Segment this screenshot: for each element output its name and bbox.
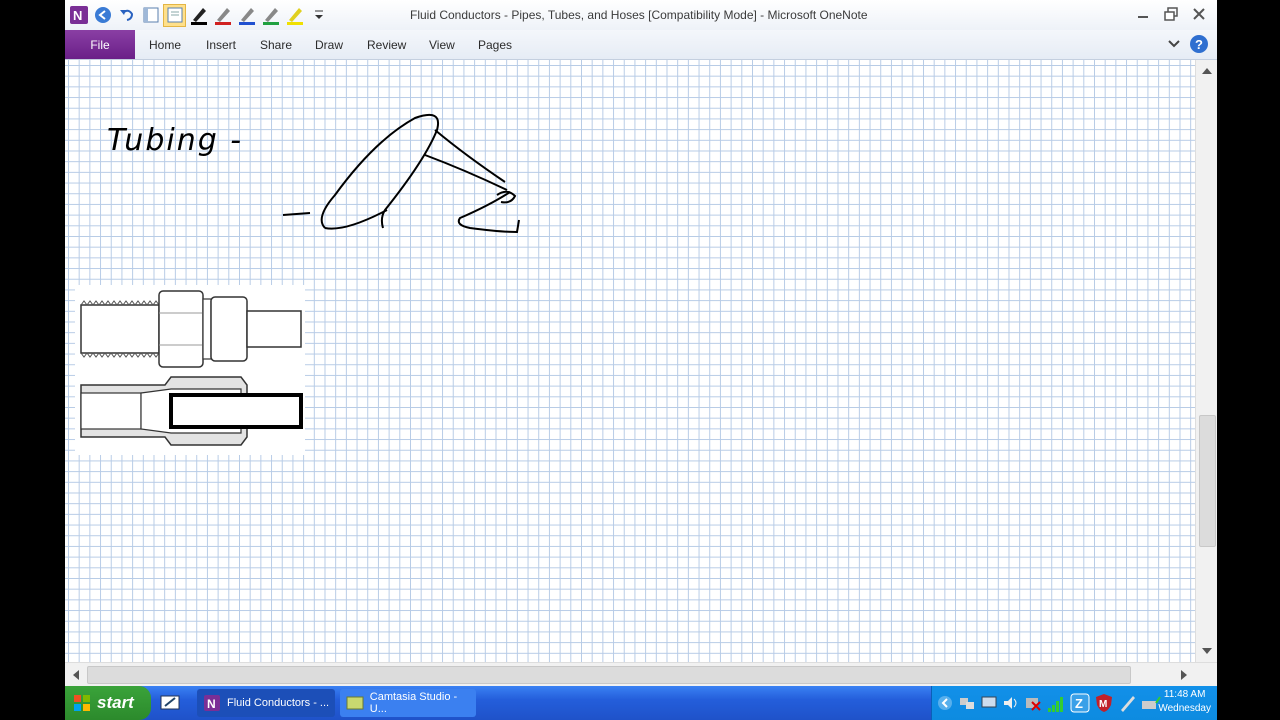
handwriting-text: Tubing -	[107, 123, 243, 158]
system-tray: Z M 11:48 AM Wednesday	[931, 686, 1217, 720]
left-margin	[0, 0, 65, 686]
expand-ribbon-icon[interactable]	[1167, 37, 1181, 56]
svg-text:M: M	[1099, 699, 1107, 710]
taskbar-item-label: Camtasia Studio - U...	[369, 691, 458, 715]
horizontal-scroll-thumb[interactable]	[87, 666, 1131, 684]
tab-draw[interactable]: Draw	[315, 38, 343, 52]
dock-to-desktop-icon[interactable]	[139, 4, 162, 27]
undo-icon[interactable]	[115, 4, 138, 27]
vertical-scrollbar[interactable]	[1195, 60, 1217, 662]
volume-icon[interactable]	[1002, 694, 1020, 712]
vertical-scroll-thumb[interactable]	[1199, 415, 1216, 547]
windows-logo-icon	[74, 695, 90, 711]
help-icon[interactable]: ?	[1189, 34, 1209, 59]
tab-share[interactable]: Share	[260, 38, 292, 52]
ribbon-tabs: File Home Insert Share Draw Review View …	[65, 30, 1217, 60]
scroll-right-icon[interactable]	[1179, 669, 1189, 681]
svg-text:N: N	[73, 8, 82, 23]
quick-launch-desktop-icon[interactable]	[159, 692, 181, 719]
pen-red-icon[interactable]	[211, 4, 234, 27]
start-button[interactable]: start	[65, 686, 151, 720]
network-icon[interactable]	[958, 694, 976, 712]
close-icon[interactable]	[1187, 4, 1211, 24]
connection-error-icon[interactable]	[1024, 694, 1042, 712]
taskbar-item-camtasia[interactable]: Camtasia Studio - U...	[340, 689, 476, 717]
camtasia-icon	[346, 696, 364, 710]
tab-review[interactable]: Review	[367, 38, 406, 52]
pen-black-icon[interactable]	[187, 4, 210, 27]
pen-blue-icon[interactable]	[235, 4, 258, 27]
pen-tablet-icon[interactable]	[1118, 693, 1138, 713]
tab-pages[interactable]: Pages	[478, 38, 512, 52]
restore-icon[interactable]	[1159, 4, 1183, 24]
tab-insert[interactable]: Insert	[206, 38, 236, 52]
handwriting-tubing: Tubing -	[107, 123, 243, 158]
full-page-view-icon[interactable]	[163, 3, 186, 27]
onenote-logo-icon[interactable]: N	[67, 4, 90, 27]
highlighter-yellow-icon[interactable]	[283, 4, 306, 27]
page-canvas[interactable]: Tubing -	[65, 60, 1195, 662]
window-controls	[1131, 4, 1211, 24]
tray-expand-icon[interactable]	[937, 695, 953, 711]
scroll-left-icon[interactable]	[71, 669, 81, 681]
ribbon-right-controls: ?	[1167, 34, 1209, 59]
svg-text:Z: Z	[1075, 696, 1083, 711]
taskbar: start N Fluid Conductors - ... Camtasia …	[65, 686, 1217, 720]
clock-time: 11:48 AM	[1163, 689, 1206, 700]
onenote-window: N Fluid Conductors - Pipes, Tubes, and H…	[65, 0, 1217, 686]
tab-view[interactable]: View	[429, 38, 455, 52]
signal-strength-icon[interactable]	[1046, 694, 1066, 714]
svg-text:N: N	[207, 697, 216, 711]
title-bar: N Fluid Conductors - Pipes, Tubes, and H…	[65, 0, 1217, 30]
scroll-down-icon[interactable]	[1201, 646, 1213, 656]
onenote-icon: N	[204, 695, 220, 711]
customize-qat-icon[interactable]	[307, 4, 330, 27]
horizontal-scrollbar[interactable]	[65, 662, 1217, 686]
tube-fitting-diagram	[75, 285, 305, 455]
quick-access-toolbar: N	[67, 3, 330, 27]
start-label: start	[97, 693, 134, 712]
scroll-up-icon[interactable]	[1201, 66, 1213, 76]
clock-day: Wednesday	[1158, 703, 1211, 714]
file-tab[interactable]: File	[65, 30, 135, 59]
display-icon[interactable]	[980, 694, 998, 712]
svg-text:?: ?	[1195, 37, 1203, 52]
clock[interactable]: 11:48 AM Wednesday	[1158, 688, 1211, 716]
z-app-icon[interactable]: Z	[1070, 693, 1090, 713]
tab-home[interactable]: Home	[149, 38, 181, 52]
right-margin	[1217, 0, 1280, 686]
back-icon[interactable]	[91, 4, 114, 27]
minimize-icon[interactable]	[1131, 4, 1155, 24]
taskbar-item-onenote[interactable]: N Fluid Conductors - ...	[197, 689, 335, 717]
pen-green-icon[interactable]	[259, 4, 282, 27]
window-title: Fluid Conductors - Pipes, Tubes, and Hos…	[410, 8, 868, 22]
tube-sketch	[282, 114, 520, 234]
mcafee-shield-icon[interactable]: M	[1094, 693, 1114, 713]
taskbar-item-label: Fluid Conductors - ...	[227, 697, 330, 709]
